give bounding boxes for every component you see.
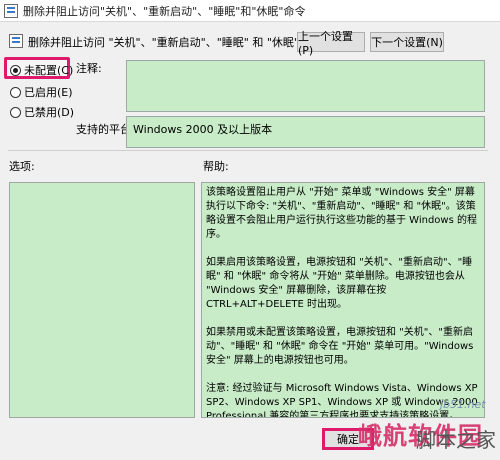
help-paragraph: 如果启用该策略设置，电源按钮和 "关机"、"重新启动"、"睡眠" 和 "休眠" … [206,257,473,310]
radio-unchecked-icon[interactable] [10,86,21,98]
policy-app-icon [4,3,18,18]
radio-enabled[interactable]: 已启用(E) [10,84,73,100]
radio-enabled-label: 已启用(E) [24,86,73,99]
previous-setting-button[interactable]: 上一个设置(P) [297,30,365,57]
comment-textarea[interactable] [126,60,485,112]
radio-disabled-label: 已禁用(D) [24,106,75,119]
options-label: 选项: [9,160,35,173]
help-paragraph: 如果禁用或未配置该策略设置，电源按钮和 "关机"、"重新启动"、"睡眠" 和 "… [206,327,474,366]
policy-name: 删除并阻止访问 "关机"、"重新启动"、"睡眠" 和 "休眠" 命令 [28,36,325,49]
help-label: 帮助: [203,160,229,173]
help-paragraph: 该策略设置阻止用户从 "开始" 菜单或 "Windows 安全" 屏幕执行以下命… [206,187,477,240]
watermark-sub: 脚本之家 [416,428,496,452]
help-pane: 该策略设置阻止用户从 "开始" 菜单或 "Windows 安全" 屏幕执行以下命… [201,182,485,418]
window-title: 删除并阻止访问"关机"、"重新启动"、"睡眠"和"休眠"命令 [23,4,306,18]
policy-setting-icon [9,34,23,48]
options-pane [9,182,195,418]
supported-on-field: Windows 2000 及以上版本 [126,116,485,148]
title-bar: 删除并阻止访问"关机"、"重新启动"、"睡眠"和"休眠"命令 [0,0,500,22]
section-divider [8,150,488,151]
comment-label: 注释: [76,62,102,75]
radio-not-configured[interactable]: 未配置(C) [10,62,73,78]
next-setting-button[interactable]: 下一个设置(N) [370,32,444,52]
watermark-site: jb51.net [440,398,486,411]
radio-unchecked-icon[interactable] [10,106,21,118]
radio-checked-icon[interactable] [10,64,21,76]
radio-disabled[interactable]: 已禁用(D) [10,104,74,120]
radio-not-configured-label: 未配置(C) [24,64,74,77]
